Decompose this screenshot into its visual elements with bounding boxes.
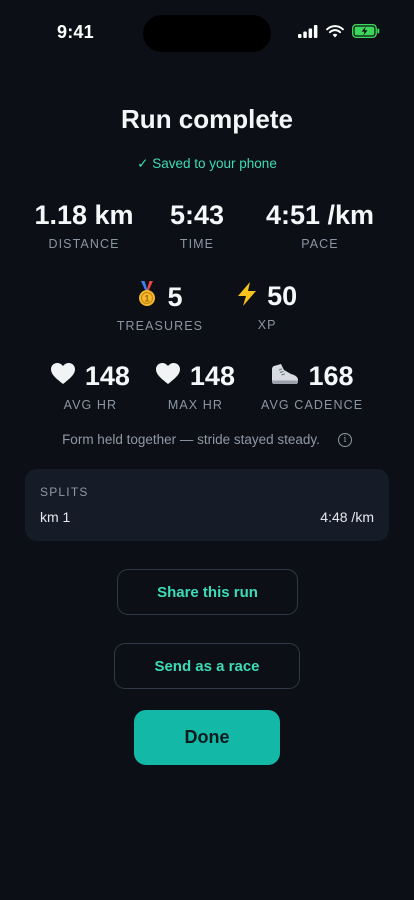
xp-value: 50 <box>267 281 298 311</box>
max-hr-value: 148 <box>189 361 235 391</box>
stat-treasures: 1 5 TREASURES <box>117 281 203 333</box>
time-label: TIME <box>179 237 215 251</box>
avg-cadence-label: AVG CADENCE <box>260 398 364 412</box>
split-pace: 4:48 /km <box>320 509 374 525</box>
saved-status: ✓ Saved to your phone <box>137 156 277 171</box>
wifi-icon <box>326 24 344 37</box>
share-run-button[interactable]: Share this run <box>117 569 298 615</box>
stat-pace: 4:51 /km PACE <box>245 200 395 251</box>
done-button[interactable]: Done <box>134 710 280 765</box>
split-row: km 1 4:48 /km <box>40 509 374 525</box>
form-note-text: Form held together — stride stayed stead… <box>62 432 320 447</box>
pace-label: PACE <box>301 237 339 251</box>
dynamic-island <box>143 15 271 52</box>
form-note: Form held together — stride stayed stead… <box>0 432 414 447</box>
splits-card: SPLITS km 1 4:48 /km <box>25 469 389 541</box>
stat-time: 5:43 TIME <box>149 200 245 251</box>
medal-icon: 1 <box>137 281 157 313</box>
battery-charging-icon <box>352 24 380 38</box>
treasures-label: TREASURES <box>116 319 204 333</box>
distance-value: 1.18 km <box>34 200 134 230</box>
send-race-button[interactable]: Send as a race <box>114 643 300 689</box>
avg-hr-label: AVG HR <box>63 398 118 412</box>
splits-title: SPLITS <box>40 485 89 499</box>
stat-avg-hr: 148 AVG HR <box>50 361 130 412</box>
primary-stats: 1.18 km DISTANCE 5:43 TIME 4:51 /km PACE <box>0 200 414 251</box>
avg-cadence-value: 168 <box>308 361 354 391</box>
stat-avg-cadence: 168 AVG CADENCE <box>261 361 363 412</box>
time-value: 5:43 <box>169 200 225 230</box>
heart-icon <box>50 363 75 390</box>
split-km: km 1 <box>40 509 71 525</box>
signal-icon <box>298 24 318 38</box>
status-bar: 9:41 <box>0 0 414 64</box>
status-icons <box>298 24 380 38</box>
stat-distance: 1.18 km DISTANCE <box>19 200 149 251</box>
heart-icon <box>155 363 180 390</box>
body-stats: 148 AVG HR 148 MAX HR 168 AVG CADENCE <box>0 361 414 412</box>
shoe-icon <box>271 363 299 391</box>
pace-value: 4:51 /km <box>265 200 375 230</box>
distance-label: DISTANCE <box>48 237 120 251</box>
avg-hr-value: 148 <box>84 361 130 391</box>
stat-max-hr: 148 MAX HR <box>155 361 235 412</box>
reward-stats: 1 5 TREASURES 50 XP <box>0 281 414 333</box>
max-hr-label: MAX HR <box>167 398 224 412</box>
svg-text:1: 1 <box>145 294 150 304</box>
page-title: Run complete <box>121 104 293 134</box>
stat-xp: 50 XP <box>237 281 297 333</box>
xp-label: XP <box>257 318 277 332</box>
treasures-value: 5 <box>167 281 183 312</box>
status-time: 9:41 <box>57 22 94 42</box>
lightning-icon <box>237 281 257 312</box>
info-icon[interactable]: i <box>337 432 352 447</box>
